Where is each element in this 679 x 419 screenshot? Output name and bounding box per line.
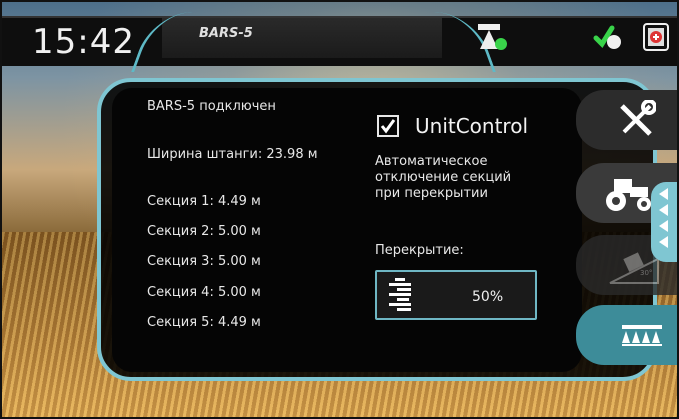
- overlap-selector[interactable]: [375, 270, 537, 320]
- sprayer-icon: [622, 325, 662, 346]
- unitcontrol-desc-3: при перекрытии: [375, 186, 488, 201]
- settings-button[interactable]: [576, 90, 677, 150]
- connection-status: BARS-5 подключен: [147, 99, 276, 114]
- gps-antenna-icon[interactable]: [476, 22, 512, 52]
- device-tab-label: BARS-5: [199, 26, 253, 41]
- tilt-angle-label: 30°: [640, 269, 653, 277]
- unitcontrol-label[interactable]: UnitControl: [415, 114, 528, 138]
- section-4: Секция 4: 5.00 м: [147, 285, 261, 300]
- overlap-bars-icon: [389, 278, 411, 311]
- unitcontrol-checkbox[interactable]: [377, 115, 399, 137]
- arrow-left-icon: [659, 220, 668, 232]
- overlap-label: Перекрытие:: [375, 243, 464, 258]
- sprayer-button[interactable]: [576, 305, 677, 365]
- arrow-left-icon: [659, 188, 668, 200]
- section-1: Секция 1: 4.49 м: [147, 194, 261, 209]
- alert-icon[interactable]: [642, 22, 670, 52]
- section-3: Секция 3: 5.00 м: [147, 254, 261, 269]
- screen: 15:42 BARS-5 BARS-5 подключен Ширина шта…: [0, 0, 679, 419]
- arrow-left-icon: [659, 204, 668, 216]
- arrow-left-icon: [659, 236, 668, 248]
- overlap-value: 50%: [472, 289, 504, 305]
- gps-signal-icon[interactable]: [592, 24, 626, 52]
- tractor-icon: [606, 179, 651, 211]
- unitcontrol-desc-2: отключение секций: [375, 170, 512, 185]
- section-2: Секция 2: 5.00 м: [147, 224, 261, 239]
- clock-time: 15:42: [32, 22, 135, 62]
- boom-width: Ширина штанги: 23.98 м: [147, 147, 318, 162]
- tools-icon: [620, 100, 656, 136]
- section-5: Секция 5: 4.49 м: [147, 315, 261, 330]
- unitcontrol-desc-1: Автоматическое: [375, 154, 488, 169]
- checkmark-icon: [380, 119, 396, 134]
- panel-collapse-handle[interactable]: [651, 182, 677, 262]
